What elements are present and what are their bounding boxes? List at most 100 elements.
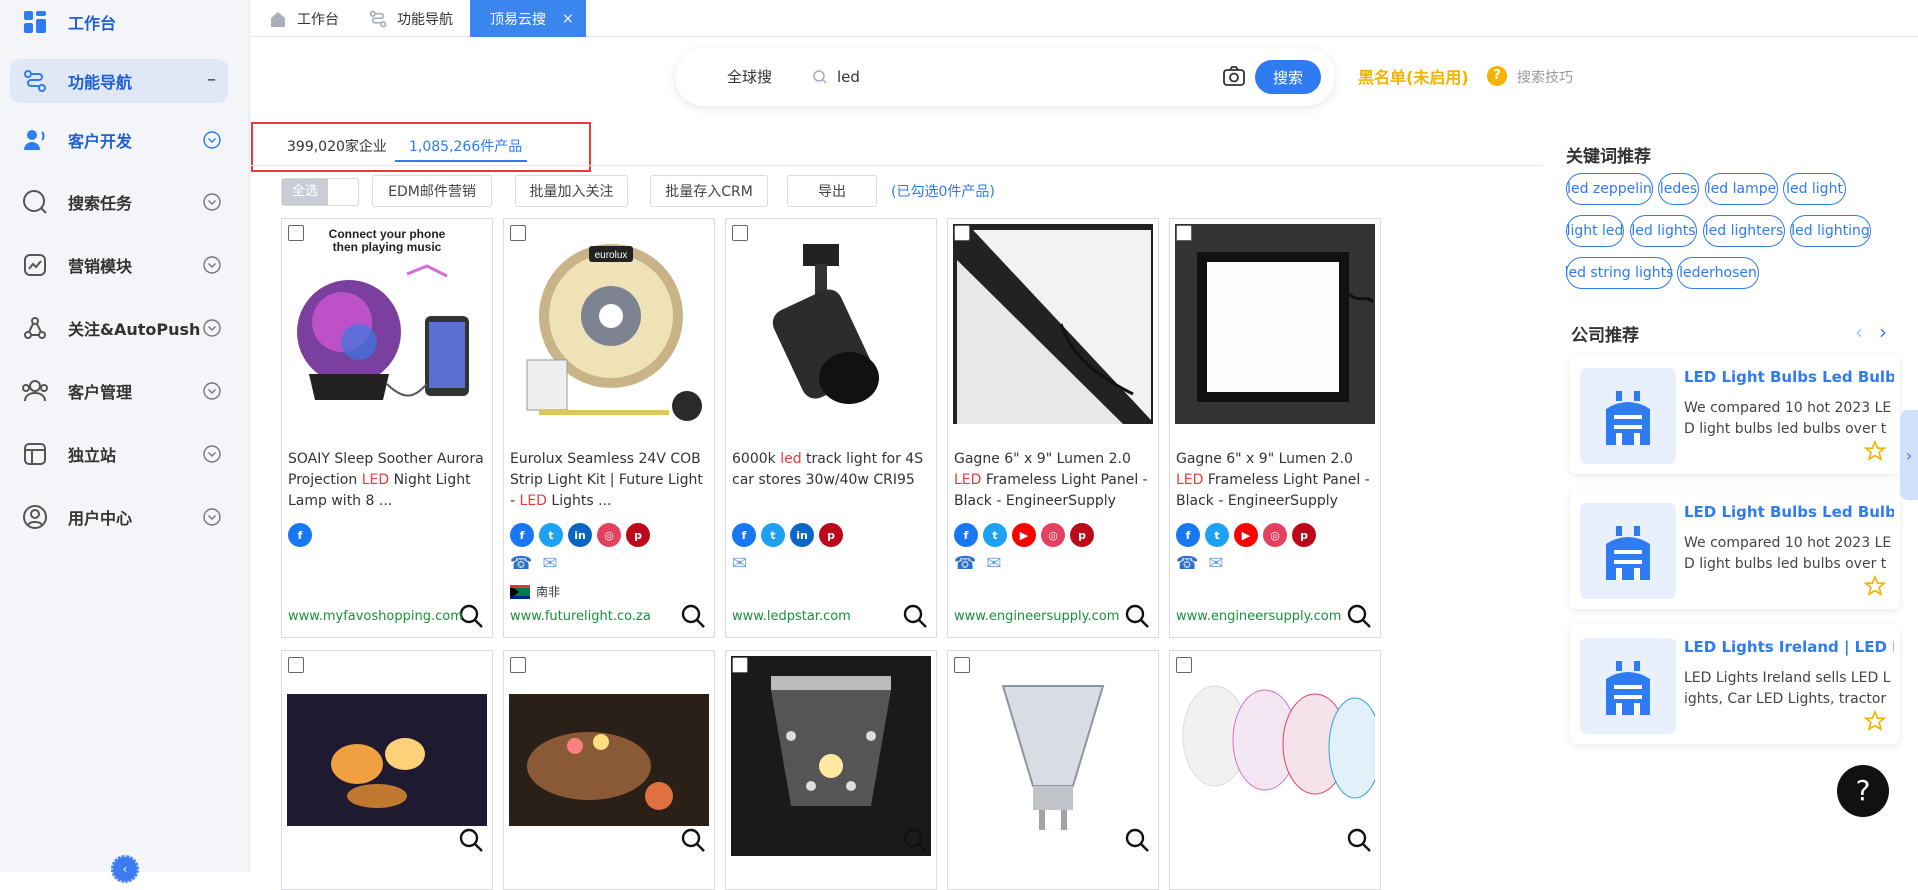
email-icon[interactable]: ✉: [542, 553, 557, 574]
instagram-icon[interactable]: ◎: [1041, 523, 1065, 547]
product-card[interactable]: Gagne 6" x 9" Lumen 2.0 LED Frameless Li…: [1169, 218, 1381, 638]
product-url[interactable]: www.myfavoshopping.com: [288, 609, 463, 624]
search-tips-link[interactable]: 搜索技巧: [1517, 67, 1573, 87]
email-icon[interactable]: ✉: [732, 553, 747, 574]
keyword-chip[interactable]: led lighters: [1703, 215, 1785, 247]
product-title[interactable]: SOAIY Sleep Soother Aurora Projection LE…: [288, 449, 488, 512]
pinterest-icon[interactable]: p: [1070, 523, 1094, 547]
help-button[interactable]: ?: [1837, 765, 1889, 817]
product-image[interactable]: [509, 656, 709, 856]
facebook-icon[interactable]: f: [732, 523, 756, 547]
sidebar-item-marketing[interactable]: 营销模块: [10, 243, 228, 287]
sidebar-item-search-task[interactable]: 搜索任务: [10, 180, 228, 224]
product-card[interactable]: [725, 650, 937, 890]
product-checkbox[interactable]: [510, 657, 526, 673]
sidebar-collapse-button[interactable]: ‹: [111, 855, 139, 883]
product-checkbox[interactable]: [510, 225, 526, 241]
sidebar-item-feature-nav[interactable]: 功能导航 –: [10, 59, 228, 103]
zoom-icon[interactable]: [680, 827, 706, 853]
product-title[interactable]: 6000k led track light for 4S car stores …: [732, 449, 932, 491]
sidebar-item-customer-mgmt[interactable]: 客户管理: [10, 369, 228, 413]
keyword-chip[interactable]: lederhosen: [1677, 257, 1759, 289]
product-image[interactable]: [287, 656, 487, 856]
company-title[interactable]: LED Light Bulbs Led Bulb | …: [1684, 503, 1894, 521]
chevron-left-icon[interactable]: ‹: [1855, 320, 1863, 344]
twitter-icon[interactable]: t: [983, 523, 1007, 547]
chevron-down-icon[interactable]: [202, 255, 222, 275]
follow-button[interactable]: 批量加入关注: [515, 175, 628, 207]
product-image[interactable]: Connect your phone then playing music: [287, 224, 487, 424]
company-card[interactable]: LED Lights Ireland | LED Lig… LED Lights…: [1570, 624, 1900, 744]
product-card[interactable]: 6000k led track light for 4S car stores …: [725, 218, 937, 638]
twitter-icon[interactable]: t: [539, 523, 563, 547]
company-card[interactable]: LED Light Bulbs Led Bulb | … We compared…: [1570, 489, 1900, 609]
sidebar-item-customer-dev[interactable]: 客户开发: [10, 118, 228, 162]
chevron-right-icon[interactable]: ›: [1879, 320, 1887, 344]
chevron-down-icon[interactable]: [202, 130, 222, 150]
product-checkbox[interactable]: [954, 657, 970, 673]
keyword-chip[interactable]: led string lights: [1566, 257, 1672, 289]
facebook-icon[interactable]: f: [954, 523, 978, 547]
zoom-icon[interactable]: [1346, 603, 1372, 629]
camera-icon[interactable]: [1222, 65, 1246, 87]
sidebar-item-dashboard[interactable]: 工作台: [10, 0, 228, 44]
product-card[interactable]: Connect your phone then playing music SO…: [281, 218, 493, 638]
star-icon[interactable]: [1864, 440, 1886, 462]
chevron-down-icon[interactable]: [202, 381, 222, 401]
product-card[interactable]: [947, 650, 1159, 890]
zoom-icon[interactable]: [902, 603, 928, 629]
facebook-icon[interactable]: f: [1176, 523, 1200, 547]
product-image[interactable]: [731, 224, 931, 424]
chevron-down-icon[interactable]: [202, 444, 222, 464]
product-title[interactable]: Eurolux Seamless 24V COB Strip Light Kit…: [510, 449, 710, 512]
product-url[interactable]: www.ledpstar.com: [732, 609, 851, 624]
product-image[interactable]: [731, 656, 931, 856]
sidebar-item-user-center[interactable]: 用户中心: [10, 495, 228, 539]
zoom-icon[interactable]: [1124, 827, 1150, 853]
company-title[interactable]: LED Lights Ireland | LED Lig…: [1684, 638, 1894, 656]
email-icon[interactable]: ✉: [986, 553, 1001, 574]
instagram-icon[interactable]: ◎: [1263, 523, 1287, 547]
select-all-toggle[interactable]: 全选: [281, 178, 359, 206]
tab-feature-nav[interactable]: 功能导航: [369, 0, 453, 37]
keyword-chip[interactable]: ledes: [1658, 173, 1699, 205]
zoom-icon[interactable]: [1124, 603, 1150, 629]
product-checkbox[interactable]: [1176, 225, 1192, 241]
zoom-icon[interactable]: [902, 827, 928, 853]
linkedin-icon[interactable]: in: [790, 523, 814, 547]
tab-companies[interactable]: 399,020家企业: [287, 136, 387, 156]
edm-button[interactable]: EDM邮件营销: [372, 175, 492, 207]
product-card[interactable]: [281, 650, 493, 890]
product-checkbox[interactable]: [954, 225, 970, 241]
product-checkbox[interactable]: [288, 225, 304, 241]
youtube-icon[interactable]: ▶: [1012, 523, 1036, 547]
keyword-chip[interactable]: led light: [1783, 173, 1846, 205]
youtube-icon[interactable]: ▶: [1234, 523, 1258, 547]
keyword-chip[interactable]: led zeppelin: [1566, 173, 1653, 205]
pinterest-icon[interactable]: p: [626, 523, 650, 547]
pinterest-icon[interactable]: p: [1292, 523, 1316, 547]
company-card[interactable]: LED Light Bulbs Led Bulb | … We compared…: [1570, 354, 1900, 474]
product-url[interactable]: www.futurelight.co.za: [510, 609, 651, 624]
sidebar-item-autopush[interactable]: 关注&AutoPush: [10, 306, 228, 350]
product-image[interactable]: [953, 656, 1153, 856]
search-button[interactable]: 搜索: [1255, 60, 1321, 94]
product-url[interactable]: www.engineersupply.com: [954, 609, 1119, 624]
tab-products[interactable]: 1,085,266件产品: [409, 136, 522, 156]
product-title[interactable]: Gagne 6" x 9" Lumen 2.0 LED Frameless Li…: [954, 449, 1154, 512]
search-input[interactable]: [837, 64, 1137, 90]
product-card[interactable]: [503, 650, 715, 890]
email-icon[interactable]: ✉: [1208, 553, 1223, 574]
zoom-icon[interactable]: [680, 603, 706, 629]
twitter-icon[interactable]: t: [761, 523, 785, 547]
product-checkbox[interactable]: [288, 657, 304, 673]
product-url[interactable]: www.engineersupply.com: [1176, 609, 1341, 624]
twitter-icon[interactable]: t: [1205, 523, 1229, 547]
company-title[interactable]: LED Light Bulbs Led Bulb | …: [1684, 368, 1894, 386]
product-checkbox[interactable]: [1176, 657, 1192, 673]
keyword-chip[interactable]: light led: [1566, 215, 1624, 247]
phone-icon[interactable]: ☎: [954, 553, 976, 574]
search-scope-select[interactable]: 全球搜: [727, 66, 772, 87]
keyword-chip[interactable]: led lights: [1630, 215, 1697, 247]
zoom-icon[interactable]: [458, 827, 484, 853]
